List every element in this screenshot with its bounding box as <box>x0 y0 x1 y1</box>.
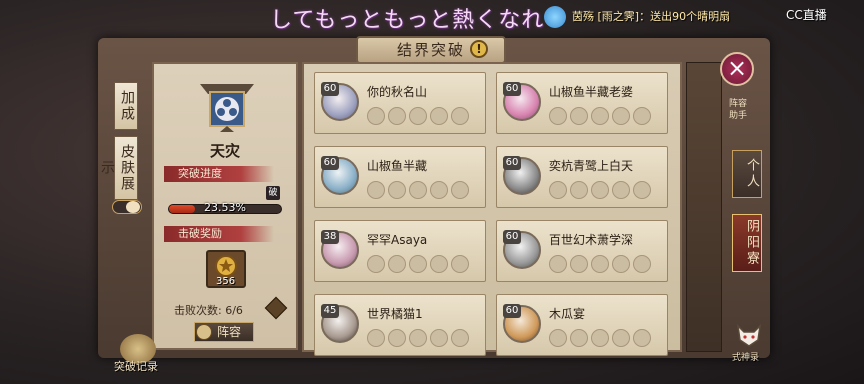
reward-count: 356 <box>216 276 236 287</box>
player-name: 山椒鱼半藏 <box>367 159 428 173</box>
medal-slot <box>367 181 385 199</box>
shikigami-record-label: 式神录 <box>732 353 760 363</box>
player-name: 山椒鱼半藏老婆 <box>549 85 634 99</box>
tab-skin-display[interactable]: 皮肤展示 <box>99 136 138 200</box>
guild-crest-icon <box>200 84 254 132</box>
gift-message: 茵殇 [雨之霁]：送出90个晴明扇 <box>572 10 731 23</box>
medal-slot <box>549 181 567 199</box>
opponent-card[interactable]: 60 你的秋名山 <box>314 72 486 134</box>
danmaku-overlay: してもっともっと熱くなれ <box>270 8 545 33</box>
medal-slot <box>451 181 469 199</box>
platform-badge: CC直播 <box>786 8 827 22</box>
lineup-icon <box>196 324 212 340</box>
medal-slot <box>409 181 427 199</box>
level-badge: 60 <box>503 156 521 170</box>
medal-slot <box>430 181 448 199</box>
medal-slot <box>570 329 588 347</box>
opponent-card[interactable]: 38 罕罕Asaya <box>314 220 486 282</box>
opponent-card[interactable]: 60 百世幻术萧学深 <box>496 220 668 282</box>
toggle-knob <box>126 201 140 213</box>
medal-slot <box>612 329 630 347</box>
opponent-card[interactable]: 60 奕杭青鹭上白天 <box>496 146 668 208</box>
cc-mascot-icon <box>544 6 566 28</box>
level-badge: 60 <box>321 156 339 170</box>
tab-personal[interactable]: 个人 <box>732 150 762 198</box>
medal-slot <box>388 107 406 125</box>
level-badge: 60 <box>503 304 521 318</box>
player-name: 木瓜宴 <box>549 307 586 321</box>
tab-bonus[interactable]: 加成 <box>114 82 138 130</box>
medal-slot <box>451 255 469 273</box>
medal-slot <box>549 329 567 347</box>
scroll-rail[interactable] <box>686 62 722 352</box>
medal-slot <box>430 255 448 273</box>
medal-slot <box>633 255 651 273</box>
level-badge: 60 <box>503 82 521 96</box>
medal-slot <box>367 107 385 125</box>
medal-slot <box>591 255 609 273</box>
break-badge: 破 <box>266 186 280 200</box>
medal-slot <box>409 107 427 125</box>
medal-slot <box>409 255 427 273</box>
info-icon[interactable]: ! <box>470 40 488 58</box>
opponent-card[interactable]: 60 木瓜宴 <box>496 294 668 356</box>
medal-slot <box>591 181 609 199</box>
level-badge: 45 <box>321 304 339 318</box>
guild-name: 天灾 <box>209 142 240 160</box>
opponent-card[interactable]: 45 世界橘猫1 <box>314 294 486 356</box>
fox-mask-icon[interactable] <box>736 324 762 348</box>
tab-yinyangliao[interactable]: 阴阳寮 <box>732 214 762 272</box>
medal-slot <box>451 329 469 347</box>
medal-slot <box>570 107 588 125</box>
medal-slot <box>633 181 651 199</box>
level-badge: 60 <box>321 82 339 96</box>
player-name: 世界橘猫1 <box>367 307 423 321</box>
medal-slot <box>367 329 385 347</box>
medal-slot <box>633 107 651 125</box>
medal-slot <box>612 255 630 273</box>
close-button[interactable]: × <box>720 52 754 86</box>
medal-slot <box>388 181 406 199</box>
medal-slot <box>549 255 567 273</box>
medal-slot <box>430 329 448 347</box>
medal-slot <box>633 329 651 347</box>
progress-label: 突破进度 <box>164 166 274 182</box>
medal-slot <box>591 107 609 125</box>
level-badge: 38 <box>321 230 339 244</box>
medal-slot <box>388 255 406 273</box>
reward-label: 击破奖励 <box>164 226 274 242</box>
medal-slot <box>570 255 588 273</box>
medal-slot <box>388 329 406 347</box>
player-name: 你的秋名山 <box>367 85 428 99</box>
player-name: 百世幻术萧学深 <box>549 233 634 247</box>
progress-text: 23.53% <box>204 201 246 214</box>
opponent-card[interactable]: 60 山椒鱼半藏老婆 <box>496 72 668 134</box>
medal-slot <box>430 107 448 125</box>
medal-slot <box>409 329 427 347</box>
defeat-count: 击败次数: 6/6 <box>174 304 243 317</box>
medal-slot <box>549 107 567 125</box>
breakthrough-record-label: 突破记录 <box>114 360 158 373</box>
player-name: 奕杭青鹭上白天 <box>549 159 634 173</box>
player-name: 罕罕Asaya <box>367 233 428 247</box>
level-badge: 60 <box>503 230 521 244</box>
medal-slot <box>367 255 385 273</box>
medal-slot <box>570 181 588 199</box>
medal-slot <box>451 107 469 125</box>
lineup-assistant-button[interactable]: 阵容助手 <box>726 98 750 122</box>
medal-slot <box>612 181 630 199</box>
medal-slot <box>612 107 630 125</box>
medal-slot <box>591 329 609 347</box>
opponent-card[interactable]: 60 山椒鱼半藏 <box>314 146 486 208</box>
